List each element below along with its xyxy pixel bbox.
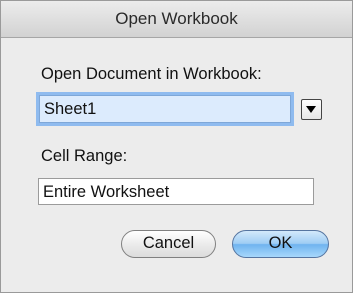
cell-range-input[interactable]: Entire Worksheet bbox=[38, 178, 314, 205]
cancel-button[interactable]: Cancel bbox=[121, 230, 216, 258]
sheet-input[interactable]: Sheet1 bbox=[39, 95, 291, 123]
open-workbook-dialog: Open Workbook Open Document in Workbook:… bbox=[0, 0, 353, 293]
triangle-down-icon bbox=[306, 106, 316, 113]
ok-button[interactable]: OK bbox=[232, 230, 329, 258]
cell-range-label: Cell Range: bbox=[41, 147, 128, 165]
sheet-dropdown-button[interactable] bbox=[301, 99, 322, 120]
open-document-label: Open Document in Workbook: bbox=[41, 65, 262, 83]
dialog-title: Open Workbook bbox=[1, 1, 352, 38]
